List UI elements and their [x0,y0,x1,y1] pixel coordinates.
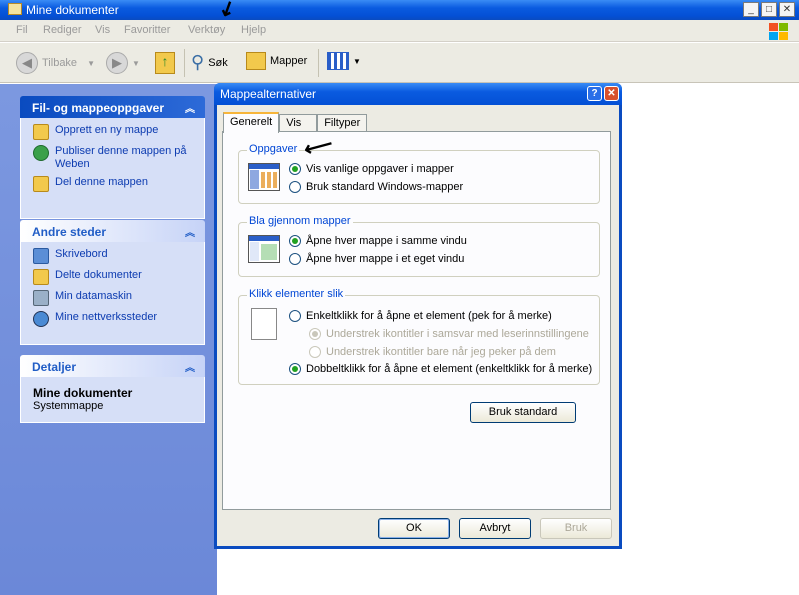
menu-tools[interactable]: Verktøy [188,24,225,36]
window-title-bar[interactable]: Mine dokumenter _ □ ✕ [0,0,799,20]
menu-edit[interactable]: Rediger [43,24,82,36]
browse-preview-icon [248,235,280,263]
menu-file[interactable]: Fil [16,24,28,36]
click-items-group-legend: Klikk elementer slik [247,288,346,300]
radio-selected-icon [309,328,321,340]
views-icon [327,52,349,70]
dialog-title-bar[interactable]: Mappealternativer ? ✕ [214,83,622,105]
dialog-tabs: Generelt Vis Filtyper [223,112,368,133]
collapse-chevron-icon[interactable]: ︽ [185,224,195,239]
ok-button[interactable]: OK [378,518,450,539]
folders-icon [246,52,266,70]
chevron-down-icon: ▼ [87,58,95,68]
radio-single-click[interactable]: Enkeltklikk for å åpne et element (pek f… [289,310,552,322]
other-places-box: Andre steder ︽ Skrivebord Delte dokument… [20,220,205,345]
publish-web-icon [33,145,49,161]
forward-arrow-icon: ▶ [106,52,128,74]
click-items-group: Klikk elementer slik Enkeltklikk for å å… [238,288,600,385]
place-desktop[interactable]: Skrivebord [33,248,198,264]
maximize-button[interactable]: □ [761,2,777,17]
radio-unselected-icon [289,181,301,193]
search-icon: ⚲ [191,52,205,72]
radio-show-common-tasks[interactable]: Vis vanlige oppgaver i mapper [289,163,454,175]
details-header[interactable]: Detaljer ︽ [20,355,205,377]
search-label: Søk [208,56,228,69]
task-pane: Fil- og mappeoppgaver ︽ Opprett en ny ma… [0,84,217,595]
apply-button[interactable]: Bruk [540,518,612,539]
new-folder-icon [33,124,49,140]
minimize-button[interactable]: _ [743,2,759,17]
general-tab-panel: Oppgaver Vis vanlige oppgaver i mapper B… [222,131,611,510]
radio-own-window[interactable]: Åpne hver mappe i et eget vindu [289,253,464,265]
radio-unselected-icon [289,253,301,265]
chevron-down-icon: ▼ [353,56,361,66]
radio-unselected-icon [289,310,301,322]
radio-underline-browser[interactable]: Understrek ikontitler i samsvar med lese… [309,328,589,340]
shared-folder-icon [33,269,49,285]
tasks-preview-icon [248,163,280,191]
restore-defaults-button[interactable]: Bruk standard [470,402,576,423]
folder-options-dialog: Mappealternativer ? ✕ Generelt Vis Filty… [214,83,622,549]
task-new-folder[interactable]: Opprett en ny mappe [33,124,198,140]
views-button[interactable]: ▼ [327,52,361,70]
computer-icon [33,290,49,306]
menu-view[interactable]: Vis [95,24,110,36]
menu-bar: Fil Rediger Vis Favoritter Verktøy Hjelp [0,20,799,42]
cancel-button[interactable]: Avbryt [459,518,531,539]
radio-double-click[interactable]: Dobbeltklikk for å åpne et element (enke… [289,363,592,375]
radio-unselected-icon [309,346,321,358]
windows-logo-icon [765,21,791,41]
folder-up-icon: ↑ [155,52,175,74]
folder-icon [8,3,22,15]
file-folder-tasks-title: Fil- og mappeoppgaver [32,101,165,115]
collapse-chevron-icon[interactable]: ︽ [185,100,195,115]
back-button[interactable]: ◀ Tilbake ▼ [16,52,95,74]
close-button[interactable]: ✕ [779,2,795,17]
folders-button[interactable]: Mapper [246,52,307,70]
task-share-folder[interactable]: Del denne mappen [33,176,198,192]
chevron-down-icon: ▼ [132,58,140,68]
place-my-computer[interactable]: Min datamaskin [33,290,198,306]
back-arrow-icon: ◀ [16,52,38,74]
tasks-group: Oppgaver Vis vanlige oppgaver i mapper B… [238,143,600,204]
dialog-close-button[interactable]: ✕ [604,86,619,101]
toolbar: ◀ Tilbake ▼ ▶ ▼ ↑ ⚲ Søk Mapper ▼ [0,43,799,83]
tab-general[interactable]: Generelt [223,112,280,133]
tasks-group-legend: Oppgaver [247,143,300,155]
window-title: Mine dokumenter [26,3,119,17]
radio-selected-icon [289,235,301,247]
pointer-click-icon [251,308,277,340]
forward-button[interactable]: ▶ ▼ [106,52,140,74]
place-shared-documents[interactable]: Delte dokumenter [33,269,198,285]
browse-group-legend: Bla gjennom mapper [247,215,353,227]
details-type: Systemmappe [33,400,104,412]
browse-group: Bla gjennom mapper Åpne hver mappe i sam… [238,215,600,277]
help-icon[interactable]: ? [587,86,602,101]
share-folder-icon [33,176,49,192]
radio-same-window[interactable]: Åpne hver mappe i samme vindu [289,235,467,247]
task-publish-web[interactable]: Publiser denne mappen på Weben [33,145,198,171]
radio-classic-folders[interactable]: Bruk standard Windows-mapper [289,181,463,193]
network-icon [33,311,49,327]
collapse-chevron-icon[interactable]: ︽ [185,359,195,374]
radio-selected-icon [289,163,301,175]
other-places-title: Andre steder [32,225,107,239]
details-title: Detaljer [32,360,77,374]
desktop-icon [33,248,49,264]
menu-favorites[interactable]: Favoritter [124,24,170,36]
search-button[interactable]: ⚲ Søk [191,52,228,73]
other-places-header[interactable]: Andre steder ︽ [20,220,205,242]
dialog-title: Mappealternativer [220,87,317,101]
menu-help[interactable]: Hjelp [241,24,266,36]
details-box: Detaljer ︽ Mine dokumenter Systemmappe [20,355,205,423]
up-button[interactable]: ↑ [155,52,175,74]
details-name: Mine dokumenter [33,386,133,400]
folders-label: Mapper [270,55,308,67]
back-label: Tilbake [42,57,78,69]
place-network-places[interactable]: Mine nettverkssteder [33,311,198,327]
radio-selected-icon [289,363,301,375]
file-folder-tasks-header[interactable]: Fil- og mappeoppgaver ︽ [20,96,205,118]
file-folder-tasks-box: Fil- og mappeoppgaver ︽ Opprett en ny ma… [20,96,205,219]
radio-underline-hover[interactable]: Understrek ikontitler bare når jeg peker… [309,346,556,358]
